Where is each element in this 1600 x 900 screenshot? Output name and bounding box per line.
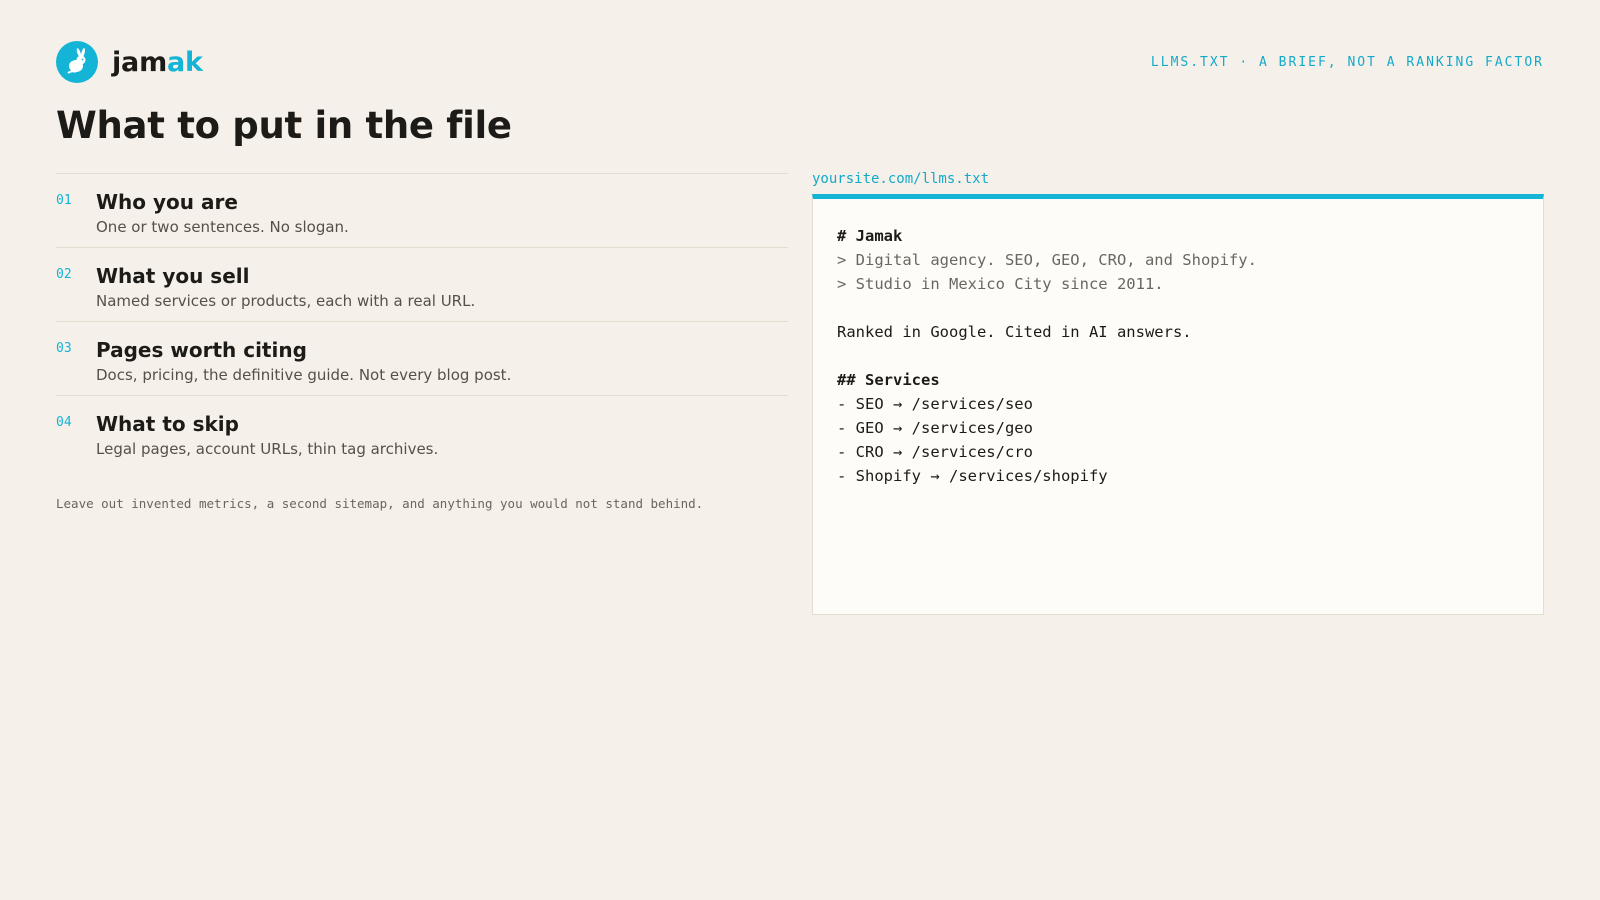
- brand-name: jamak: [112, 47, 203, 78]
- file-line-heading: # Jamak: [837, 227, 903, 245]
- file-line-quote: > Studio in Mexico City since 2011.: [837, 275, 1164, 293]
- file-line-subheading: ## Services: [837, 371, 940, 389]
- step-description: One or two sentences. No slogan.: [96, 218, 349, 236]
- step-number: 03: [56, 341, 72, 356]
- file-line-service: - GEO → /services/geo: [837, 419, 1033, 437]
- step-item: 02 What you sell Named services or produ…: [56, 248, 788, 322]
- step-description: Named services or products, each with a …: [96, 292, 476, 310]
- brand[interactable]: jamak: [56, 41, 203, 83]
- file-line-service: - SEO → /services/seo: [837, 395, 1033, 413]
- rabbit-icon: [56, 41, 98, 83]
- file-line-blank: [837, 296, 1519, 320]
- file-line-service: - Shopify → /services/shopify: [837, 467, 1108, 485]
- step-number: 02: [56, 267, 72, 282]
- file-line-service: - CRO → /services/cro: [837, 443, 1033, 461]
- page-title: What to put in the file: [56, 104, 512, 147]
- step-title: Pages worth citing: [96, 338, 307, 362]
- step-title: What you sell: [96, 264, 250, 288]
- tagline: LLMS.TXT · A BRIEF, NOT A RANKING FACTOR: [1150, 54, 1544, 70]
- file-line-blank: [837, 344, 1519, 368]
- brand-name-accent: ak: [167, 46, 203, 78]
- file-line-quote: > Digital agency. SEO, GEO, CRO, and Sho…: [837, 251, 1257, 269]
- brand-name-prefix: jam: [112, 46, 168, 78]
- step-item: 03 Pages worth citing Docs, pricing, the…: [56, 322, 788, 396]
- llms-file-preview: # Jamak > Digital agency. SEO, GEO, CRO,…: [812, 194, 1544, 615]
- step-number: 01: [56, 193, 72, 208]
- step-description: Legal pages, account URLs, thin tag arch…: [96, 440, 439, 458]
- step-title: What to skip: [96, 412, 239, 436]
- footnote: Leave out invented metrics, a second sit…: [56, 496, 704, 511]
- header: jamak LLMS.TXT · A BRIEF, NOT A RANKING …: [56, 40, 1544, 84]
- step-item: 04 What to skip Legal pages, account URL…: [56, 396, 788, 470]
- step-title: Who you are: [96, 190, 238, 214]
- steps-list: 01 Who you are One or two sentences. No …: [56, 173, 788, 470]
- file-url-label: yoursite.com/llms.txt: [812, 171, 990, 187]
- step-item: 01 Who you are One or two sentences. No …: [56, 174, 788, 248]
- file-line-text: Ranked in Google. Cited in AI answers.: [837, 323, 1192, 341]
- step-description: Docs, pricing, the definitive guide. Not…: [96, 366, 512, 384]
- step-number: 04: [56, 415, 72, 430]
